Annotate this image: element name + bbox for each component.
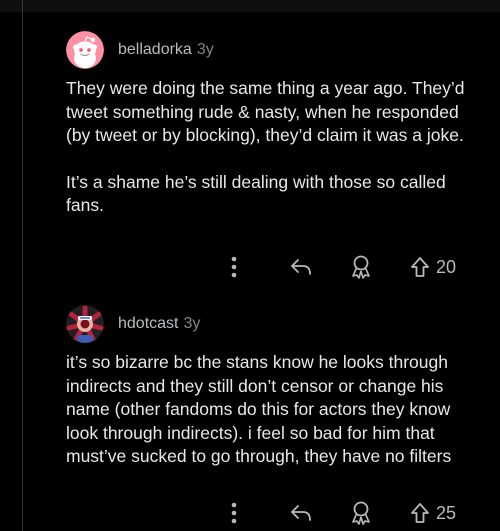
award-icon [352, 501, 370, 525]
comment-belladorka: belladorka 3y They were doing the same t… [66, 30, 486, 218]
upvote-button[interactable]: 25 [410, 498, 480, 528]
upvote-arrow-icon [411, 257, 429, 277]
reply-icon [291, 259, 311, 275]
top-bar [0, 0, 500, 12]
comment-username[interactable]: hdotcast [118, 315, 178, 333]
more-vertical-icon [231, 502, 237, 524]
vote-score: 20 [436, 256, 457, 277]
upvote-arrow-icon [411, 503, 429, 523]
upvote-button[interactable]: 20 [410, 252, 480, 282]
more-options-button[interactable] [222, 252, 246, 282]
comment-hdotcast: hdotcast 3y it’s so bizarre bc the stans… [66, 304, 486, 469]
award-icon [352, 255, 370, 279]
comment-body: it’s so bizarre bc the stans know he loo… [66, 351, 466, 469]
reply-button[interactable] [284, 498, 318, 528]
reply-button[interactable] [284, 252, 318, 282]
comment-age: 3y [196, 41, 214, 58]
comment-header: hdotcast 3y [66, 304, 486, 344]
more-vertical-icon [231, 256, 237, 278]
comment-body: They were doing the same thing a year ag… [66, 77, 466, 218]
reddit-snoo-avatar-icon[interactable] [66, 31, 104, 69]
comment-actions: 20 [0, 252, 500, 282]
comment-age: 3y [183, 315, 201, 332]
reply-icon [291, 505, 311, 521]
vote-score: 25 [436, 502, 457, 523]
comment-username[interactable]: belladorka [118, 41, 192, 59]
comment-paragraph: They were doing the same thing a year ag… [66, 78, 465, 145]
comment-paragraph: It’s a shame he’s still dealing with tho… [66, 171, 446, 216]
more-options-button[interactable] [222, 498, 246, 528]
comment-paragraph: it’s so bizarre bc the stans know he loo… [66, 352, 452, 466]
comment-header: belladorka 3y [66, 30, 486, 70]
demogorgon-avatar-icon[interactable] [66, 305, 104, 343]
award-button[interactable] [344, 252, 378, 282]
award-button[interactable] [344, 498, 378, 528]
comment-actions: 25 [0, 498, 500, 528]
